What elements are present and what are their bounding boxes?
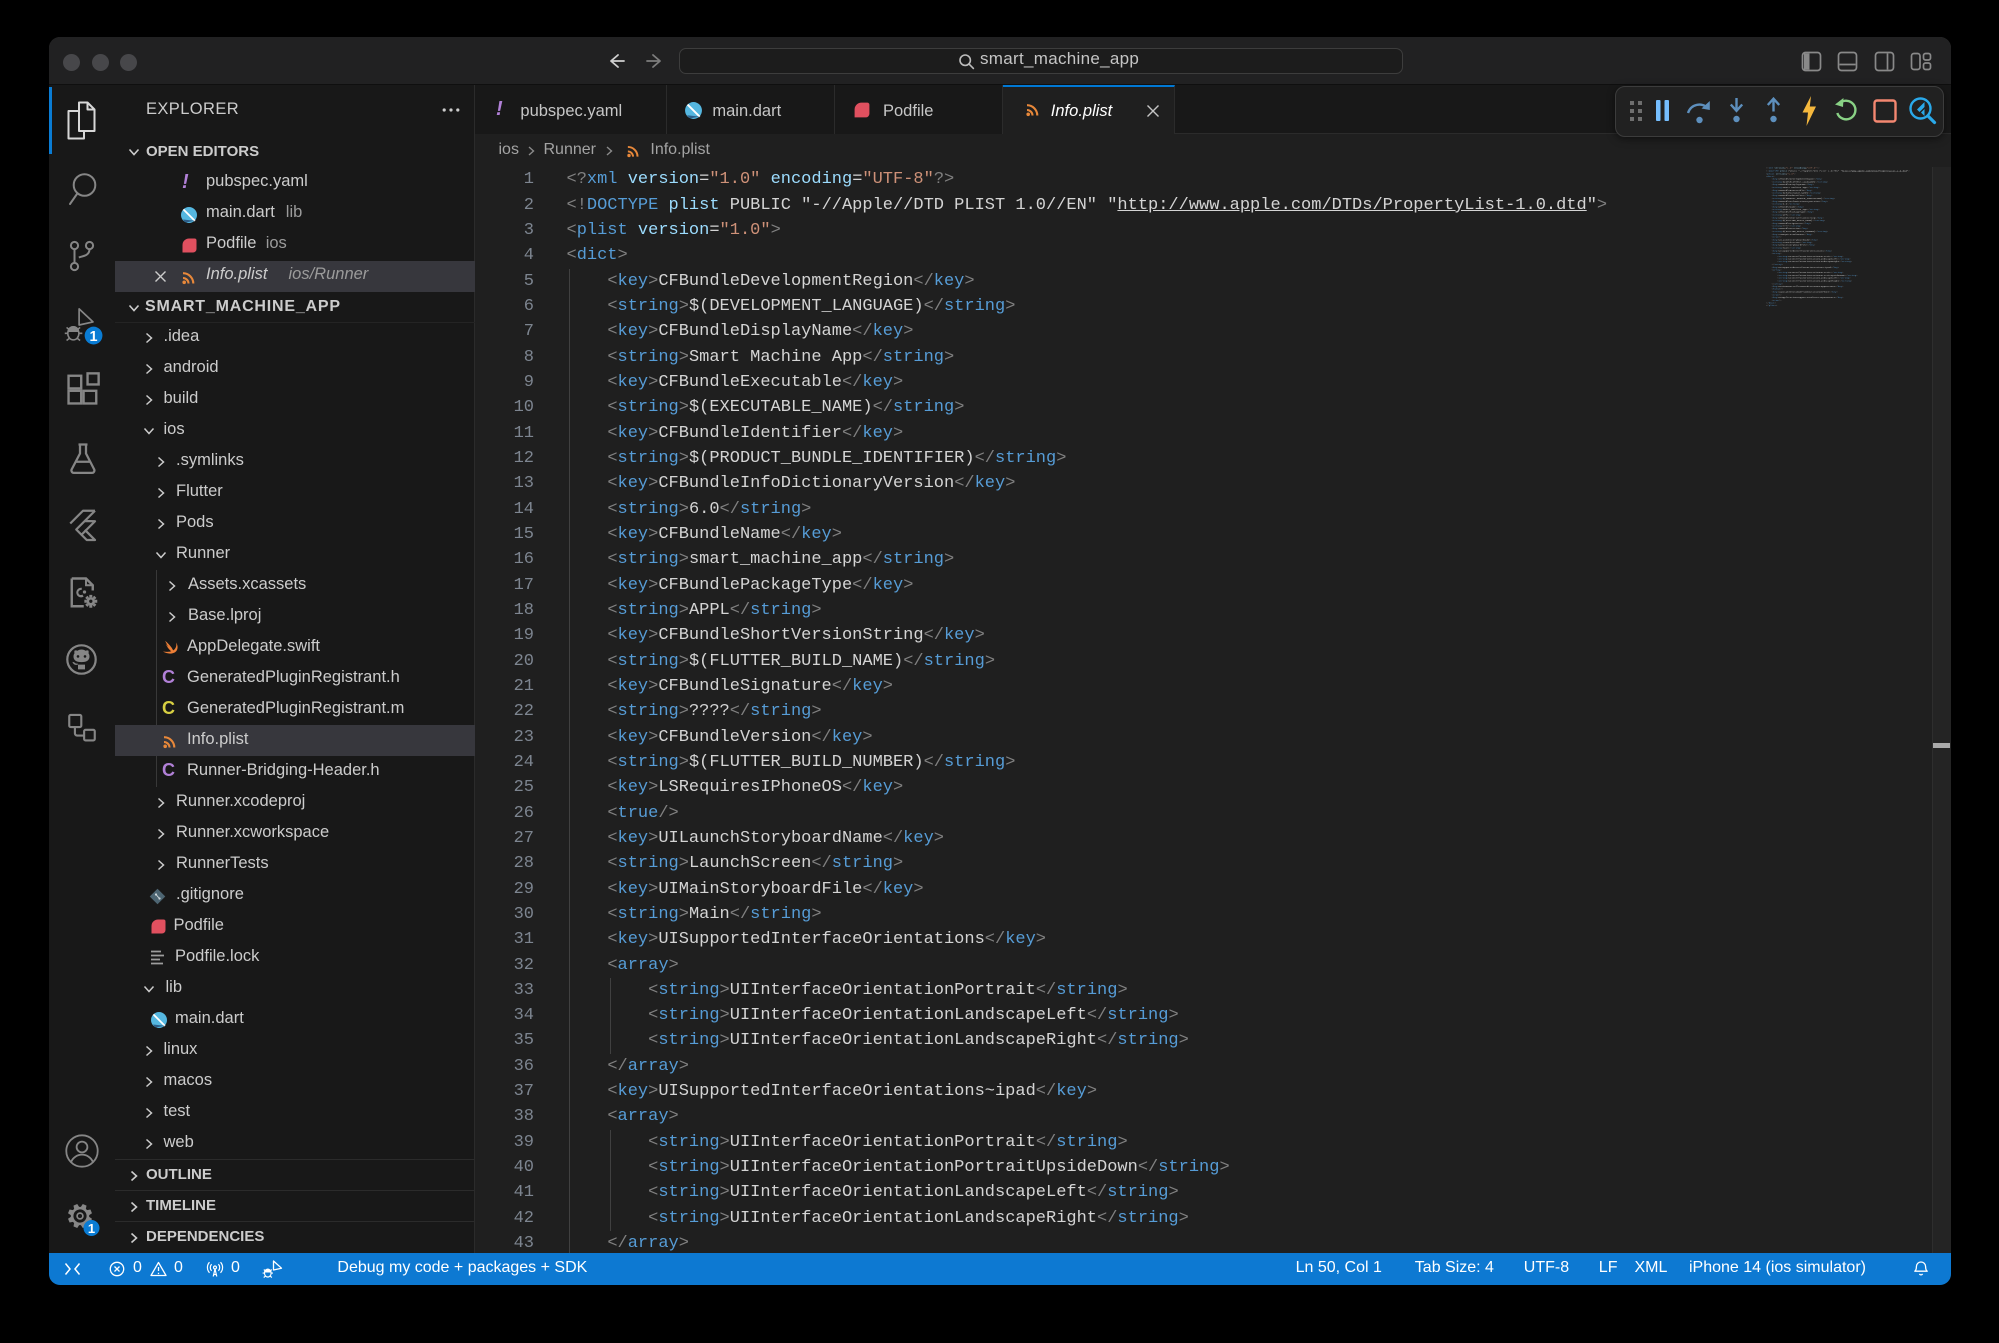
svg-text:1: 1	[88, 1221, 95, 1236]
svg-text:1: 1	[90, 329, 98, 345]
